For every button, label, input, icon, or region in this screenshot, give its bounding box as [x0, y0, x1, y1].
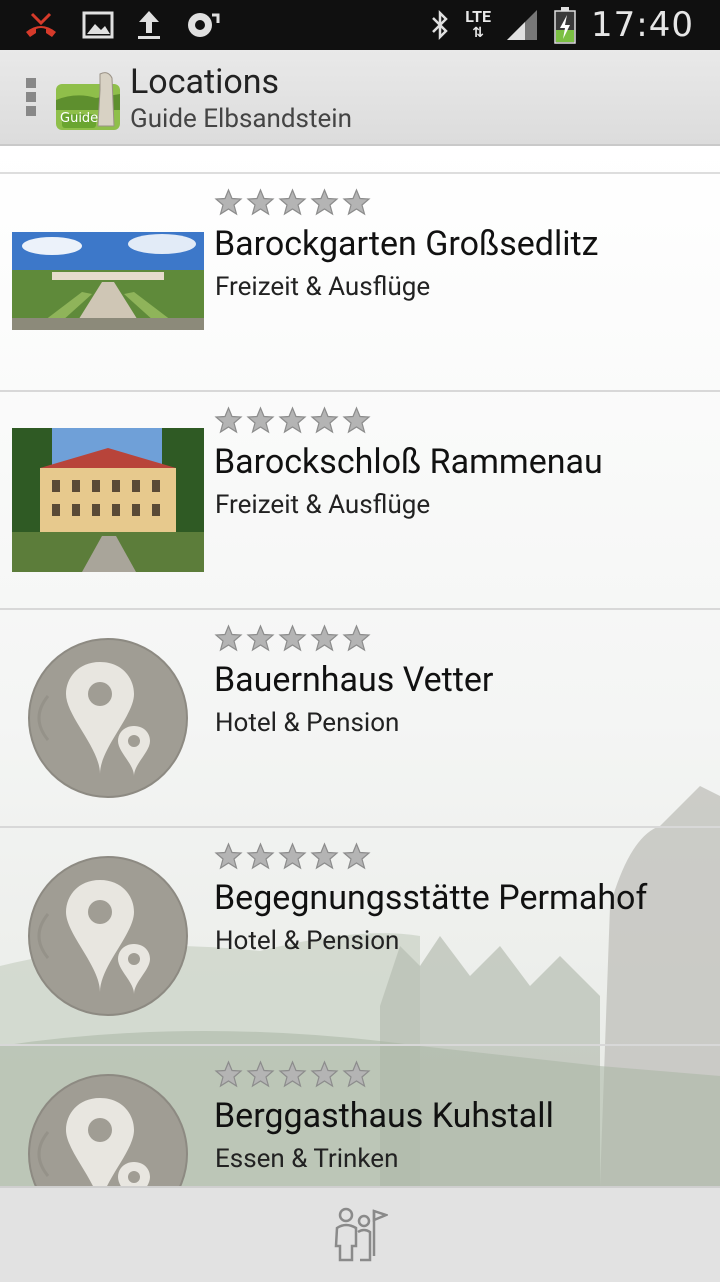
- location-name: Berggasthaus Kuhstall: [214, 1096, 554, 1136]
- location-category: Essen & Trinken: [215, 1144, 399, 1174]
- action-bar: Guide Locations Guide Elbsandstein: [0, 50, 720, 146]
- star-icon[interactable]: [246, 842, 275, 871]
- star-icon[interactable]: [214, 188, 243, 217]
- battery-charging-icon: [554, 7, 576, 44]
- star-icon[interactable]: [214, 842, 243, 871]
- list-item[interactable]: Barockschloß Rammenau Freizeit & Ausflüg…: [0, 392, 720, 610]
- rating-stars[interactable]: [214, 842, 371, 871]
- rating-stars[interactable]: [214, 406, 371, 435]
- location-pin-icon: [28, 638, 188, 798]
- list-item[interactable]: Barockgarten Großsedlitz Freizeit & Ausf…: [0, 174, 720, 392]
- list-item[interactable]: [0, 146, 720, 174]
- rating-stars[interactable]: [214, 624, 371, 653]
- star-icon[interactable]: [342, 406, 371, 435]
- star-icon[interactable]: [214, 1060, 243, 1089]
- bluetooth-icon: [432, 9, 448, 41]
- star-icon[interactable]: [342, 188, 371, 217]
- garden-photo: [12, 232, 204, 330]
- star-icon[interactable]: [246, 188, 275, 217]
- location-category: Freizeit & Ausflüge: [215, 490, 431, 520]
- logo-badge-text: Guide: [60, 111, 99, 126]
- star-icon[interactable]: [310, 406, 339, 435]
- location-pin-icon: [28, 856, 188, 1016]
- list-item[interactable]: Berggasthaus Kuhstall Essen & Trinken: [0, 1046, 720, 1186]
- page-subtitle: Guide Elbsandstein: [130, 104, 352, 134]
- upload-icon: [138, 11, 160, 39]
- castle-photo: [12, 428, 204, 572]
- rating-stars[interactable]: [214, 188, 371, 217]
- star-icon[interactable]: [278, 624, 307, 653]
- location-name: Bauernhaus Vetter: [214, 660, 494, 700]
- star-icon[interactable]: [310, 624, 339, 653]
- bottom-bar: [0, 1186, 720, 1282]
- menu-icon[interactable]: [26, 78, 38, 118]
- star-icon[interactable]: [278, 188, 307, 217]
- list-item[interactable]: Bauernhaus Vetter Hotel & Pension: [0, 610, 720, 828]
- rating-stars[interactable]: [214, 1060, 371, 1089]
- star-icon[interactable]: [310, 1060, 339, 1089]
- app-logo[interactable]: Guide: [56, 70, 122, 130]
- location-pin-icon: [28, 1074, 188, 1186]
- star-icon[interactable]: [342, 1060, 371, 1089]
- signal-icon: [507, 10, 538, 40]
- star-icon[interactable]: [246, 1060, 275, 1089]
- star-icon[interactable]: [214, 624, 243, 653]
- missed-call-icon: [26, 12, 56, 37]
- star-icon[interactable]: [278, 1060, 307, 1089]
- star-icon[interactable]: [214, 406, 243, 435]
- star-icon[interactable]: [310, 188, 339, 217]
- location-name: Begegnungsstätte Permahof: [214, 878, 648, 918]
- gallery-icon: [82, 11, 114, 39]
- star-icon[interactable]: [342, 624, 371, 653]
- list-item[interactable]: Begegnungsstätte Permahof Hotel & Pensio…: [0, 828, 720, 1046]
- location-category: Freizeit & Ausflüge: [215, 272, 431, 302]
- location-name: Barockgarten Großsedlitz: [214, 224, 599, 264]
- network-type: LTE ⇅: [465, 7, 492, 42]
- status-bar: LTE ⇅ 17:40: [0, 0, 720, 50]
- location-name: Barockschloß Rammenau: [214, 442, 603, 482]
- tour-guide-icon[interactable]: [334, 1206, 388, 1262]
- page-title: Locations: [130, 62, 280, 102]
- star-icon[interactable]: [310, 842, 339, 871]
- sync-icon: [188, 13, 220, 37]
- star-icon[interactable]: [278, 842, 307, 871]
- location-category: Hotel & Pension: [215, 926, 400, 956]
- star-icon[interactable]: [278, 406, 307, 435]
- star-icon[interactable]: [246, 406, 275, 435]
- location-category: Hotel & Pension: [215, 708, 400, 738]
- star-icon[interactable]: [246, 624, 275, 653]
- clock: 17:40: [591, 5, 694, 45]
- location-list[interactable]: Barockgarten Großsedlitz Freizeit & Ausf…: [0, 146, 720, 1186]
- star-icon[interactable]: [342, 842, 371, 871]
